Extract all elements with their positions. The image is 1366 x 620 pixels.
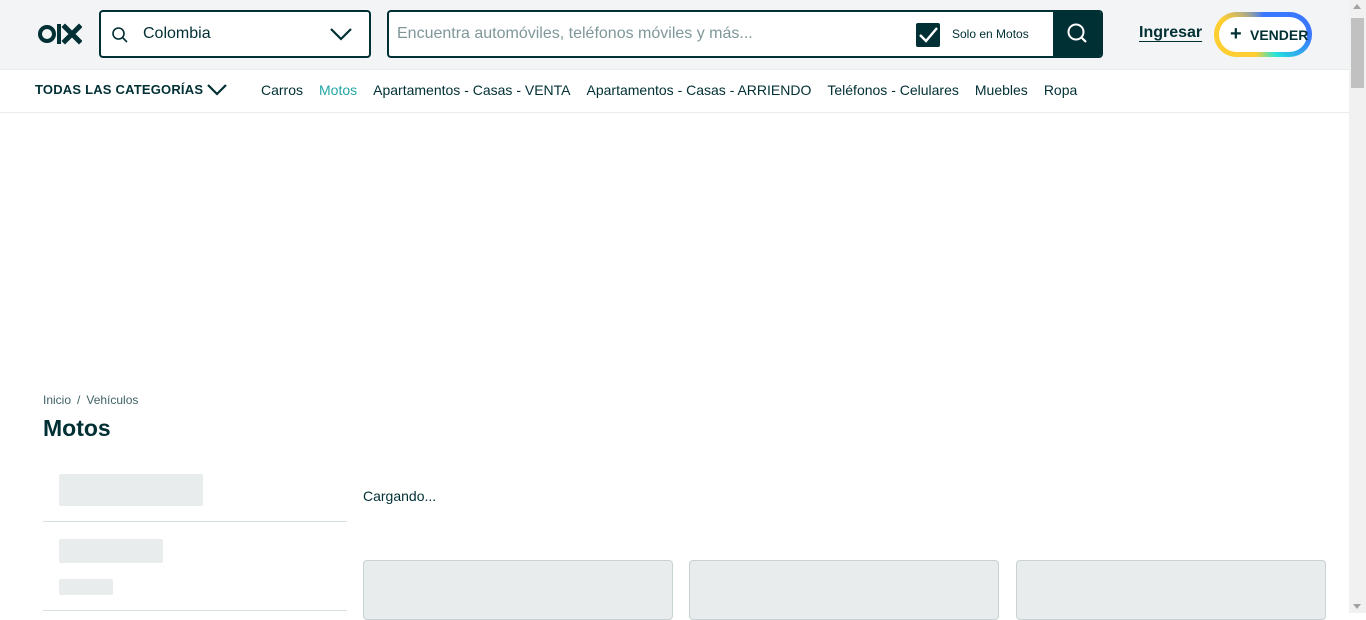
filter-skeleton <box>59 579 113 595</box>
search-icon <box>112 27 128 43</box>
header: Colombia Encuentra automóviles, teléfono… <box>0 0 1349 70</box>
category-link-ropa[interactable]: Ropa <box>1044 82 1077 98</box>
scrollbar-thumb[interactable] <box>1351 18 1364 88</box>
category-link-venta[interactable]: Apartamentos - Casas - VENTA <box>373 82 570 98</box>
breadcrumb: Inicio / Vehículos <box>43 393 138 407</box>
sell-button-inner: + VENDER <box>1219 17 1309 52</box>
breadcrumb-item-inicio[interactable]: Inicio <box>43 393 71 407</box>
location-value: Colombia <box>143 25 211 42</box>
plus-icon: + <box>1230 23 1242 45</box>
checkmark-icon <box>919 27 938 43</box>
chevron-down-icon[interactable] <box>206 81 228 99</box>
page-title: Motos <box>43 415 111 441</box>
vertical-scrollbar[interactable] <box>1349 0 1366 613</box>
listing-card-skeleton <box>1016 560 1326 620</box>
breadcrumb-item-vehiculos[interactable]: Vehículos <box>86 393 138 407</box>
breadcrumb-separator: / <box>77 393 81 407</box>
category-link-arriendo[interactable]: Apartamentos - Casas - ARRIENDO <box>587 82 812 98</box>
scroll-up-icon[interactable] <box>1353 4 1361 9</box>
filter-divider <box>43 610 347 611</box>
only-category-checkbox[interactable] <box>916 23 940 47</box>
search-input[interactable]: Encuentra automóviles, teléfonos móviles… <box>397 25 753 43</box>
sell-button[interactable]: + VENDER <box>1214 12 1312 57</box>
search-bar: Encuentra automóviles, teléfonos móviles… <box>387 10 1103 58</box>
filter-divider <box>43 521 347 522</box>
filter-skeleton <box>59 539 163 563</box>
category-links: Carros Motos Apartamentos - Casas - VENT… <box>261 82 1077 98</box>
location-select[interactable]: Colombia <box>99 10 371 58</box>
loading-status: Cargando... <box>363 488 437 504</box>
listing-card-skeleton <box>689 560 999 620</box>
scroll-down-icon[interactable] <box>1353 604 1361 609</box>
login-link[interactable]: Ingresar <box>1139 24 1202 42</box>
category-link-carros[interactable]: Carros <box>261 82 303 98</box>
sell-button-label: VENDER <box>1250 27 1309 43</box>
category-link-motos[interactable]: Motos <box>319 82 357 98</box>
category-link-telefonos[interactable]: Teléfonos - Celulares <box>827 82 959 98</box>
search-icon <box>1067 23 1087 43</box>
olx-logo-icon[interactable] <box>38 22 82 46</box>
only-category-label: Solo en Motos <box>952 27 1029 41</box>
listing-card-skeleton <box>363 560 673 620</box>
chevron-down-icon[interactable] <box>329 24 353 44</box>
categories-bar: TODAS LAS CATEGORÍAS Carros Motos Aparta… <box>0 71 1349 113</box>
all-categories-toggle[interactable]: TODAS LAS CATEGORÍAS <box>35 82 203 97</box>
category-link-muebles[interactable]: Muebles <box>975 82 1028 98</box>
search-button[interactable] <box>1053 12 1101 56</box>
filter-skeleton <box>59 474 203 506</box>
